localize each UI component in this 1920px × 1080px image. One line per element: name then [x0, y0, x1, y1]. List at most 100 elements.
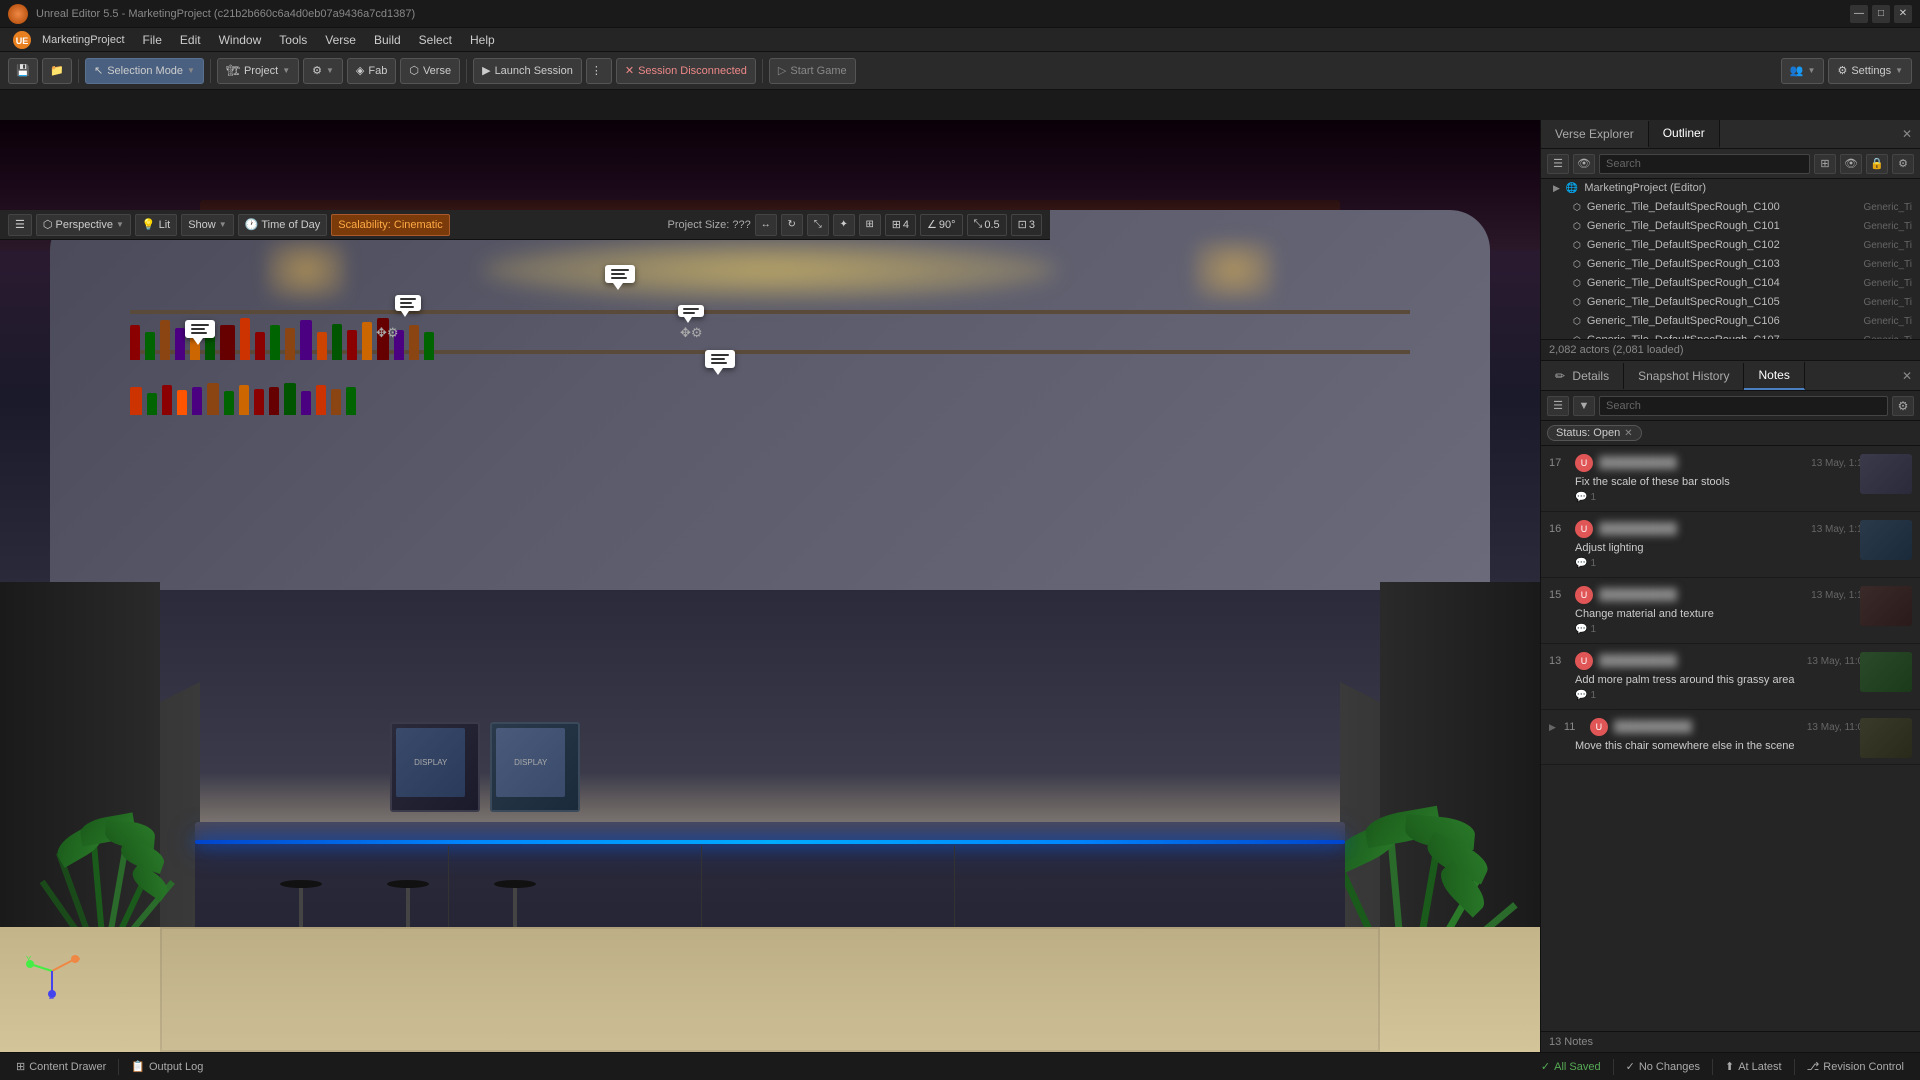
outliner-item-0[interactable]: ⬡ Generic_Tile_DefaultSpecRough_C100 Gen…: [1541, 198, 1920, 217]
note-item-16[interactable]: 16 U ██████████ 13 May, 1:13 PM Adjust l…: [1541, 512, 1920, 578]
snap-button[interactable]: ⊞: [859, 214, 881, 236]
outliner-item-1[interactable]: ⬡ Generic_Tile_DefaultSpecRough_C101 Gen…: [1541, 217, 1920, 236]
note-item-15[interactable]: 15 U ██████████ 13 May, 1:13 PM Change m…: [1541, 578, 1920, 644]
note-marker-5[interactable]: [705, 350, 735, 368]
note-marker-2[interactable]: [395, 295, 421, 311]
selection-mode-button[interactable]: ↖ Selection Mode ▼: [85, 58, 204, 84]
outliner-item-7[interactable]: ⬡ Generic_Tile_DefaultSpecRough_C107 Gen…: [1541, 331, 1920, 339]
menu-build[interactable]: Build: [366, 31, 409, 49]
multiplayer-icon: 👥: [1790, 64, 1804, 77]
close-button[interactable]: ✕: [1894, 5, 1912, 23]
menu-verse[interactable]: Verse: [317, 31, 364, 49]
notes-filter-button[interactable]: ☰: [1547, 396, 1569, 416]
outliner-item-5[interactable]: ⬡ Generic_Tile_DefaultSpecRough_C105 Gen…: [1541, 293, 1920, 312]
launch-icon: ▶: [482, 64, 490, 77]
multiplayer-button[interactable]: 👥 ▼: [1781, 58, 1825, 84]
outliner-item-6[interactable]: ⬡ Generic_Tile_DefaultSpecRough_C106 Gen…: [1541, 312, 1920, 331]
viewport[interactable]: ☰ ⬡ Perspective ▼ 💡 Lit Show ▼ 🕐 Time of…: [0, 120, 1540, 1052]
tab-snapshot-history[interactable]: Snapshot History: [1624, 363, 1744, 389]
transform-dropdown-icon: ▼: [326, 66, 334, 75]
menu-window[interactable]: Window: [211, 31, 270, 49]
disconnect-icon: ✕: [625, 64, 634, 77]
menu-edit[interactable]: Edit: [172, 31, 209, 49]
scalability-badge[interactable]: Scalability: Cinematic: [331, 214, 450, 236]
hamburger-menu-button[interactable]: ☰: [8, 214, 32, 236]
tab-outliner[interactable]: Outliner: [1649, 120, 1720, 148]
show-button[interactable]: Show ▼: [181, 214, 233, 236]
note-item-17[interactable]: 17 U ██████████ 13 May, 1:14 PM Fix the …: [1541, 446, 1920, 512]
sort-button[interactable]: ⊞: [1814, 154, 1836, 174]
scale-button[interactable]: ⤡ 0.5: [967, 214, 1007, 236]
note-16-comments: 💬 1: [1575, 558, 1596, 569]
menu-tools[interactable]: Tools: [271, 31, 315, 49]
project-button[interactable]: 🏗 Project ▼: [217, 58, 299, 84]
note-item-11[interactable]: ▶ 11 U ██████████ 13 May, 11:05 AM Move …: [1541, 710, 1920, 765]
outliner-search-input[interactable]: [1599, 154, 1810, 174]
filter-button[interactable]: ☰: [1547, 154, 1569, 174]
perspective-button[interactable]: ⬡ Perspective ▼: [36, 214, 131, 236]
outliner-close-button[interactable]: ✕: [1894, 121, 1920, 147]
scale-tool[interactable]: ⤡: [807, 214, 829, 236]
floor-rect: [160, 927, 1380, 1052]
output-log-button[interactable]: 📋 Output Log: [123, 1056, 211, 1078]
maximize-button[interactable]: □: [1872, 5, 1890, 23]
transform-button[interactable]: ⚙ ▼: [303, 58, 343, 84]
content-drawer-button[interactable]: ⊞ Content Drawer: [8, 1056, 114, 1078]
comment-icon: 💬: [1575, 492, 1587, 503]
save-icon: 💾: [16, 64, 30, 77]
tab-notes[interactable]: Notes: [1744, 362, 1804, 390]
eye-button[interactable]: 👁: [1573, 154, 1595, 174]
menu-select[interactable]: Select: [411, 31, 460, 49]
note-marker-3[interactable]: [605, 265, 635, 283]
latest-icon: ⬆: [1725, 1060, 1734, 1073]
notes-expand-button[interactable]: ▼: [1573, 396, 1595, 416]
lock-button[interactable]: 🔒: [1866, 154, 1888, 174]
note-marker-4[interactable]: [678, 305, 704, 317]
session-disconnected-button[interactable]: ✕ Session Disconnected: [616, 58, 756, 84]
minimize-button[interactable]: —: [1850, 5, 1868, 23]
transform-tool[interactable]: ✦: [833, 214, 855, 236]
comment-icon: 💬: [1575, 558, 1587, 569]
start-game-button[interactable]: ▷ Start Game: [769, 58, 856, 84]
translate-tool[interactable]: ↔: [755, 214, 777, 236]
tab-details[interactable]: ✏ Details: [1541, 363, 1624, 389]
details-close-button[interactable]: ✕: [1894, 363, 1920, 389]
fab-button[interactable]: ◈ Fab: [347, 58, 396, 84]
comment-icon: 💬: [1575, 690, 1587, 701]
status-open-chip[interactable]: Status: Open ✕: [1547, 425, 1642, 441]
notes-list: 17 U ██████████ 13 May, 1:14 PM Fix the …: [1541, 446, 1920, 1031]
grid-size-button[interactable]: ⊞ 4: [885, 214, 916, 236]
tab-verse-explorer[interactable]: Verse Explorer: [1541, 121, 1649, 147]
notes-settings-button[interactable]: ⚙: [1892, 396, 1914, 416]
time-of-day-button[interactable]: 🕐 Time of Day: [238, 214, 328, 236]
eye-toggle-button[interactable]: 👁: [1840, 154, 1862, 174]
outliner-item-2[interactable]: ⬡ Generic_Tile_DefaultSpecRough_C102 Gen…: [1541, 236, 1920, 255]
rotate-tool[interactable]: ↻: [781, 214, 803, 236]
app-logo: UE: [8, 29, 36, 51]
lit-button[interactable]: 💡 Lit: [135, 214, 177, 236]
perspective-dropdown-icon: ▼: [116, 220, 124, 229]
open-button[interactable]: 📁: [42, 58, 72, 84]
outliner-item-3[interactable]: ⬡ Generic_Tile_DefaultSpecRough_C103 Gen…: [1541, 255, 1920, 274]
revision-control-button[interactable]: ⎇ Revision Control: [1799, 1056, 1912, 1078]
outliner-item-4[interactable]: ⬡ Generic_Tile_DefaultSpecRough_C104 Gen…: [1541, 274, 1920, 293]
settings-button[interactable]: ⚙ Settings ▼: [1828, 58, 1912, 84]
chip-remove-icon[interactable]: ✕: [1624, 428, 1632, 439]
note-marker-1[interactable]: [185, 320, 215, 338]
menu-help[interactable]: Help: [462, 31, 503, 49]
verse-icon: ⬡: [409, 64, 419, 77]
settings-outliner-button[interactable]: ⚙: [1892, 154, 1914, 174]
launch-session-button[interactable]: ▶ Launch Session: [473, 58, 582, 84]
notes-search-input[interactable]: [1599, 396, 1888, 416]
outliner-root-item[interactable]: ▶ 🌐 MarketingProject (Editor): [1541, 179, 1920, 198]
verse-button[interactable]: ⬡ Verse: [400, 58, 460, 84]
more-options-button[interactable]: ⋮: [586, 58, 612, 84]
viewport-scene: DISPLAY DISPLAY: [0, 120, 1540, 1052]
angle-button[interactable]: ∠ 90°: [920, 214, 963, 236]
note-17-avatar: U: [1575, 454, 1593, 472]
note-item-13[interactable]: 13 U ██████████ 13 May, 11:09 AM Add mor…: [1541, 644, 1920, 710]
view-count-button[interactable]: ⊡ 3: [1011, 214, 1042, 236]
fab-icon: ◈: [356, 64, 364, 77]
menu-file[interactable]: File: [135, 31, 170, 49]
save-button[interactable]: 💾: [8, 58, 38, 84]
